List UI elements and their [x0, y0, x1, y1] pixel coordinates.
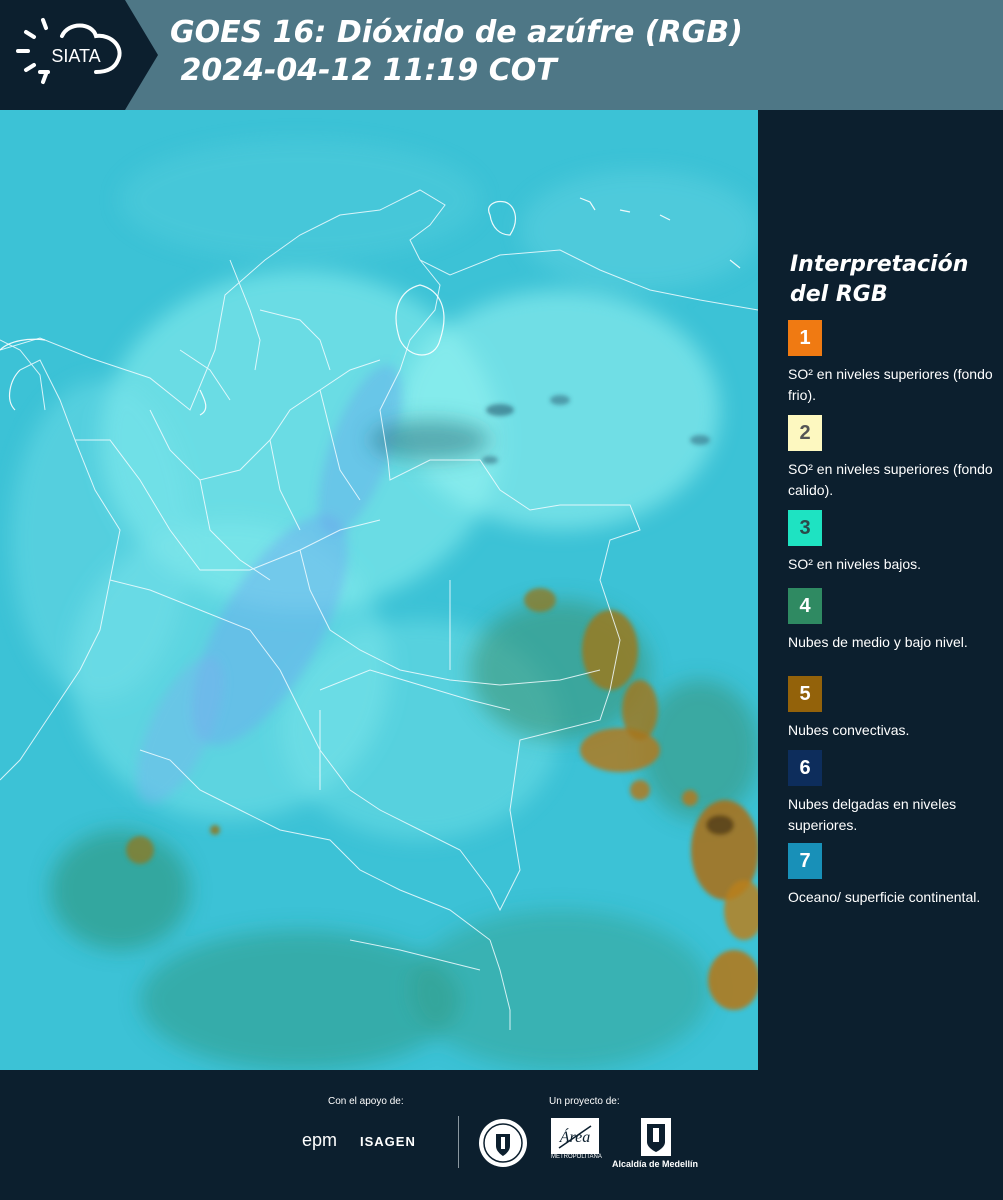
legend-label: Nubes de medio y bajo nivel.: [788, 634, 968, 650]
legend-label: SO² en niveles superiores (fondo calido)…: [788, 461, 993, 498]
project-label: Un proyecto de:: [549, 1096, 620, 1107]
map-canvas: [0, 110, 758, 1070]
legend-label: Nubes delgadas en niveles superiores.: [788, 796, 957, 833]
siata-logo-text: SIATA: [51, 46, 100, 66]
epm-logo: epm: [302, 1130, 338, 1150]
legend-item-3: 3 SO² en niveles bajos.: [788, 510, 993, 575]
legend-label: Oceano/ superficie continental.: [788, 889, 981, 905]
legend-swatch: 3: [788, 510, 822, 546]
legend-item-1: 1 SO² en niveles superiores (fondo frio).: [788, 320, 993, 406]
legend-item-2: 2 SO² en niveles superiores (fondo calido…: [788, 415, 993, 501]
legend-swatch: 4: [788, 588, 822, 624]
legend-label: SO² en niveles bajos.: [788, 556, 922, 572]
legend-swatch: 1: [788, 320, 822, 356]
alcaldia-label: Alcaldía de Medellín: [612, 1159, 699, 1169]
legend-label: Nubes convectivas.: [788, 722, 910, 738]
legend-item-4: 4 Nubes de medio y bajo nivel.: [788, 588, 993, 653]
siata-logo: SIATA: [0, 0, 158, 110]
legend-swatch: 5: [788, 676, 822, 712]
header-bar: SIATA GOES 16: Dióxido de azúfre (RGB) 2…: [0, 0, 1003, 110]
footer: Con el apoyo de: Un proyecto de: epm ISA…: [0, 1070, 1003, 1200]
title-line-1: GOES 16: Dióxido de azúfre (RGB): [170, 15, 743, 50]
alcaldia-logo-icon: [641, 1118, 671, 1160]
legend-title: Interpretación del RGB: [790, 252, 969, 307]
legend-swatch: 2: [788, 415, 822, 451]
amva-logo-icon: Área: [551, 1118, 599, 1158]
legend-swatch: 6: [788, 750, 822, 786]
legend-item-6: 6 Nubes delgadas en niveles superiores.: [788, 750, 993, 836]
legend-swatch: 7: [788, 843, 822, 879]
isagen-logo: ISAGEN: [360, 1134, 416, 1149]
satellite-map[interactable]: [0, 110, 758, 1070]
legend-label: SO² en niveles superiores (fondo frio).: [788, 366, 993, 403]
footer-divider: [458, 1116, 459, 1168]
legend-panel: Interpretación del RGB 1 SO² en niveles s…: [758, 110, 1003, 1070]
title-line-2: 2024-04-12 11:19 COT: [170, 53, 557, 88]
medellin-seal-icon: [478, 1118, 528, 1172]
legend-item-5: 5 Nubes convectivas.: [788, 676, 993, 741]
amva-label: METROPOLITANA: [551, 1154, 602, 1160]
legend-item-7: 7 Oceano/ superficie continental.: [788, 843, 993, 908]
support-label: Con el apoyo de:: [328, 1096, 404, 1107]
page-title: GOES 16: Dióxido de azúfre (RGB) 2024-04…: [170, 14, 743, 90]
